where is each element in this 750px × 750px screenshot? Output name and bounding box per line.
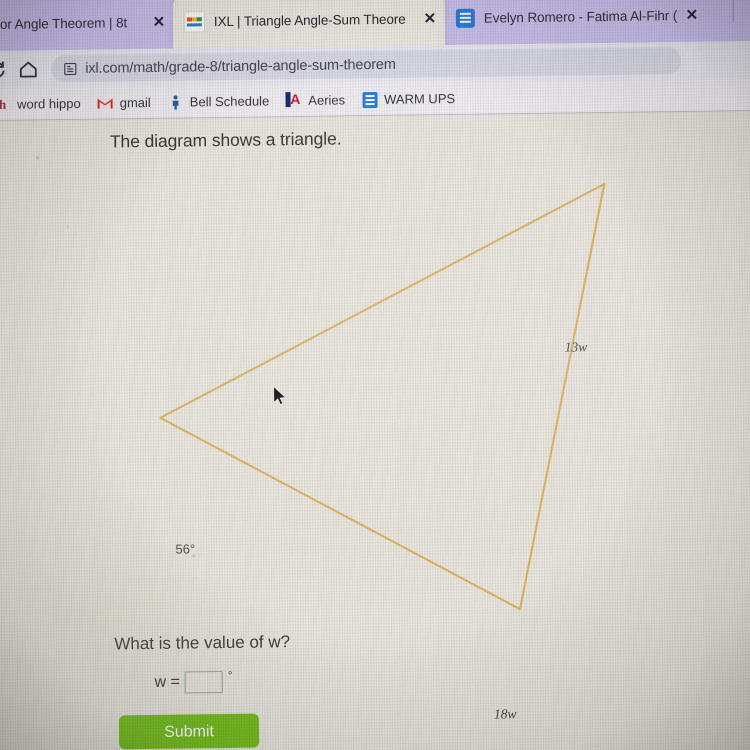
browser-tab-2[interactable]: IXL | Triangle Angle-Sum Theore ✕ [172,0,446,49]
ixl-favicon-icon [183,11,205,33]
answer-label: w = [154,673,181,691]
home-icon[interactable] [17,58,39,80]
browser-tab-1[interactable]: xterior Angle Theorem | 8t ✕ [0,0,174,51]
page-info-icon[interactable] [63,61,77,75]
angle-label-bottom: 18w [493,706,517,722]
tab-strip-divider [732,0,734,23]
bookmark-aeries[interactable]: Aeries [285,91,345,109]
aeries-icon [285,92,302,109]
bell-schedule-icon [167,94,184,111]
browser-tab-1-title: xterior Angle Theorem | 8t [0,15,128,33]
google-docs-favicon-icon [455,8,475,28]
triangle-diagram [0,111,738,641]
answer-row: w = ° [154,669,233,694]
monitor-photo-area: xterior Angle Theorem | 8t ✕ IXL | Trian… [0,0,750,750]
bookmark-bell-schedule-label: Bell Schedule [189,93,270,110]
bookmark-warm-ups-label: WARM UPS [384,90,456,107]
reload-icon[interactable] [0,59,7,81]
browser-tab-3[interactable]: Evelyn Romero - Fatima Al-Fihr ( ✕ [445,0,707,45]
bookmark-word-hippo[interactable]: h word hippo [0,95,81,113]
browser-tab-3-title: Evelyn Romero - Fatima Al-Fihr ( [483,8,678,26]
wordhippo-icon: h [0,96,7,112]
bookmark-gmail[interactable]: gmail [97,94,151,112]
question-text-value: What is the value of w? [114,632,291,654]
question-text: What is the value of w? [114,632,290,654]
submit-button[interactable]: Submit [118,713,260,750]
mouse-cursor-icon [272,385,288,407]
browser-tab-2-close-icon[interactable]: ✕ [421,10,439,28]
answer-input[interactable] [184,671,224,694]
degree-symbol: ° [227,669,233,682]
address-bar-url: ixl.com/math/grade-8/triangle-angle-sum-… [85,56,396,77]
browser-tab-1-close-icon[interactable]: ✕ [150,13,168,31]
angle-label-left: 56° [175,541,196,557]
address-bar[interactable]: ixl.com/math/grade-8/triangle-angle-sum-… [51,46,682,83]
ixl-question-page: The diagram shows a triangle. 13w 56° 18… [0,110,750,750]
bookmark-word-hippo-label: word hippo [17,95,81,112]
bookmark-gmail-label: gmail [119,94,151,111]
bookmark-bell-schedule[interactable]: Bell Schedule [167,92,270,110]
screenshot-root: xterior Angle Theorem | 8t ✕ IXL | Trian… [0,0,750,750]
bookmark-warm-ups[interactable]: WARM UPS [361,90,455,108]
browser-tab-3-close-icon[interactable]: ✕ [683,6,701,24]
gmail-icon [97,94,114,111]
browser-tab-2-title: IXL | Triangle Angle-Sum Theore [213,11,406,30]
angle-label-top-right: 13w [564,339,588,355]
bookmark-aeries-label: Aeries [308,92,346,108]
google-docs-icon [361,91,378,108]
